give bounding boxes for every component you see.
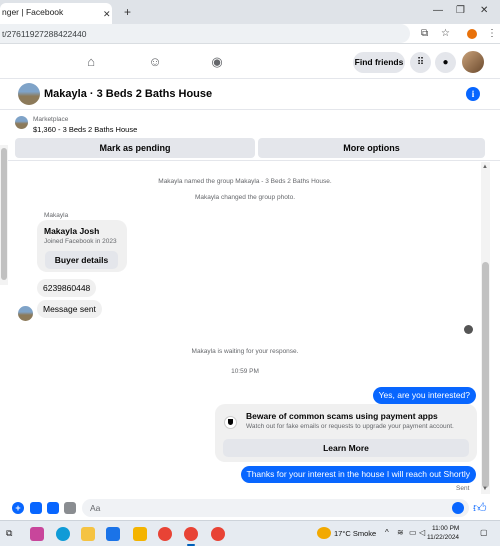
more-options-button[interactable]: More options — [258, 138, 485, 158]
browser-menu-icon[interactable]: ⋮ — [487, 28, 497, 39]
system-message-named: Makayla named the group Makayla - 3 Beds… — [158, 178, 332, 185]
scam-warning-card: Beware of common scams using payment app… — [215, 404, 477, 462]
emoji-icon[interactable] — [452, 502, 464, 514]
waiting-notice: Makayla is waiting for your response. — [191, 348, 299, 355]
chat-title[interactable]: Makayla · 3 Beds 2 Baths House — [44, 88, 212, 100]
outgoing-message: Thanks for your interest in the house I … — [240, 466, 476, 483]
chrome-icon[interactable] — [158, 527, 172, 541]
info-icon[interactable]: i — [466, 87, 480, 101]
seen-indicator-avatar — [464, 325, 473, 334]
group-avatar[interactable] — [18, 83, 40, 105]
buyer-joined: Joined Facebook in 2023 — [44, 238, 117, 245]
marketplace-label: Marketplace — [33, 116, 69, 123]
tray-chevron-icon[interactable]: ^ — [385, 528, 389, 537]
tab-title: nger | Facebook — [2, 7, 64, 17]
timestamp: 10:59 PM — [231, 368, 259, 375]
restore-icon[interactable]: ❐ — [456, 5, 465, 16]
browser-tabstrip: nger | Facebook ✕ + — ❐ ✕ — [0, 0, 500, 24]
address-bar: t/27611927288422440 ⧉ ☆ ⋮ — [0, 24, 500, 44]
close-tab-icon[interactable]: ✕ — [103, 9, 111, 20]
new-tab-icon[interactable]: + — [124, 5, 131, 19]
message-composer: + 👍︎ — [0, 494, 500, 520]
chrome-icon-active[interactable] — [184, 527, 198, 541]
gif-icon[interactable] — [64, 502, 76, 514]
bookmark-star-icon[interactable]: ☆ — [441, 28, 450, 39]
sender-name: Makayla — [44, 212, 69, 219]
scam-warning-title: Beware of common scams using payment app… — [246, 411, 438, 421]
marketplace-panel: Marketplace $1,360 - 3 Beds 2 Baths Hous… — [0, 111, 500, 161]
sent-status: Sent — [456, 485, 470, 492]
account-avatar[interactable] — [461, 50, 485, 74]
task-view-icon[interactable]: ⧉ — [6, 528, 12, 539]
browser-tab[interactable]: nger | Facebook ✕ — [0, 3, 112, 24]
buyer-details-button[interactable]: Buyer details — [45, 251, 118, 269]
minimize-icon[interactable]: — — [433, 5, 443, 16]
learn-more-button[interactable]: Learn More — [223, 439, 469, 457]
install-app-icon[interactable]: ⧉ — [421, 28, 428, 39]
scam-warning-text: Watch out for fake emails or requests to… — [246, 423, 454, 430]
home-icon[interactable]: ⌂ — [82, 53, 100, 71]
listing-thumbnail — [15, 116, 28, 129]
outgoing-message: Yes, are you interested? — [372, 387, 476, 404]
scroll-down-icon[interactable]: ▼ — [482, 486, 488, 492]
clock-time[interactable]: 11:00 PM — [432, 525, 459, 532]
shield-icon — [224, 416, 237, 429]
wifi-icon[interactable]: ≋ — [397, 528, 404, 537]
file-explorer-icon[interactable] — [81, 527, 95, 541]
message-bubble-phone: 6239860448 — [37, 279, 97, 297]
os-taskbar: ⧉ 17°C Smoke ^ ≋ ▭ ◁ 11:00 PM 11/22/2024… — [0, 520, 500, 546]
edge-icon[interactable] — [56, 527, 70, 541]
app-icon-colorful[interactable] — [30, 527, 44, 541]
url-field[interactable]: t/27611927288422440 — [0, 24, 410, 43]
notes-app-icon[interactable] — [133, 527, 147, 541]
scrollbar-thumb[interactable] — [482, 262, 489, 488]
message-bubble-sent: Message sent — [37, 300, 102, 318]
like-thumb-icon[interactable]: 👍︎ — [473, 500, 487, 516]
browser-profile-icon[interactable] — [467, 29, 477, 39]
bell-icon[interactable]: ● — [435, 52, 456, 73]
clock-date[interactable]: 11/22/2024 — [427, 534, 459, 541]
buyer-name: Makayla Josh — [44, 226, 100, 236]
chat-header: Makayla · 3 Beds 2 Baths House i — [0, 80, 500, 110]
battery-icon[interactable]: ▭ — [409, 528, 417, 537]
friends-icon[interactable]: ☺ — [146, 53, 164, 71]
notifications-icon[interactable]: ▢ — [480, 528, 488, 537]
listing-title[interactable]: $1,360 - 3 Beds 2 Baths House — [33, 125, 137, 134]
chrome-icon-profile[interactable] — [211, 527, 225, 541]
message-input[interactable] — [82, 499, 469, 517]
scroll-up-icon[interactable]: ▲ — [482, 164, 488, 170]
facebook-top-bar: ⌂ ☺ ◉ Find friends ⠿ ● — [0, 45, 500, 79]
volume-icon[interactable]: ◁ — [419, 528, 425, 537]
close-window-icon[interactable]: ✕ — [480, 5, 488, 16]
plus-icon[interactable]: + — [12, 502, 24, 514]
sticker-icon[interactable] — [47, 502, 59, 514]
gaming-icon[interactable]: ◉ — [208, 53, 226, 71]
mark-as-pending-button[interactable]: Mark as pending — [15, 138, 255, 158]
buyer-card: Makayla Josh Joined Facebook in 2023 Buy… — [37, 220, 127, 272]
sender-avatar[interactable] — [18, 306, 33, 321]
conversation-area: Makayla named the group Makayla - 3 Beds… — [0, 162, 500, 494]
left-scrollbar-thumb[interactable] — [1, 148, 7, 280]
menu-grid-icon[interactable]: ⠿ — [410, 52, 431, 73]
weather-icon[interactable] — [317, 527, 331, 539]
weather-text[interactable]: 17°C Smoke — [334, 529, 376, 538]
system-message-photo: Makayla changed the group photo. — [194, 194, 296, 201]
photo-icon[interactable] — [30, 502, 42, 514]
find-friends-button[interactable]: Find friends — [353, 52, 405, 73]
chrome-remote-icon[interactable] — [106, 527, 120, 541]
